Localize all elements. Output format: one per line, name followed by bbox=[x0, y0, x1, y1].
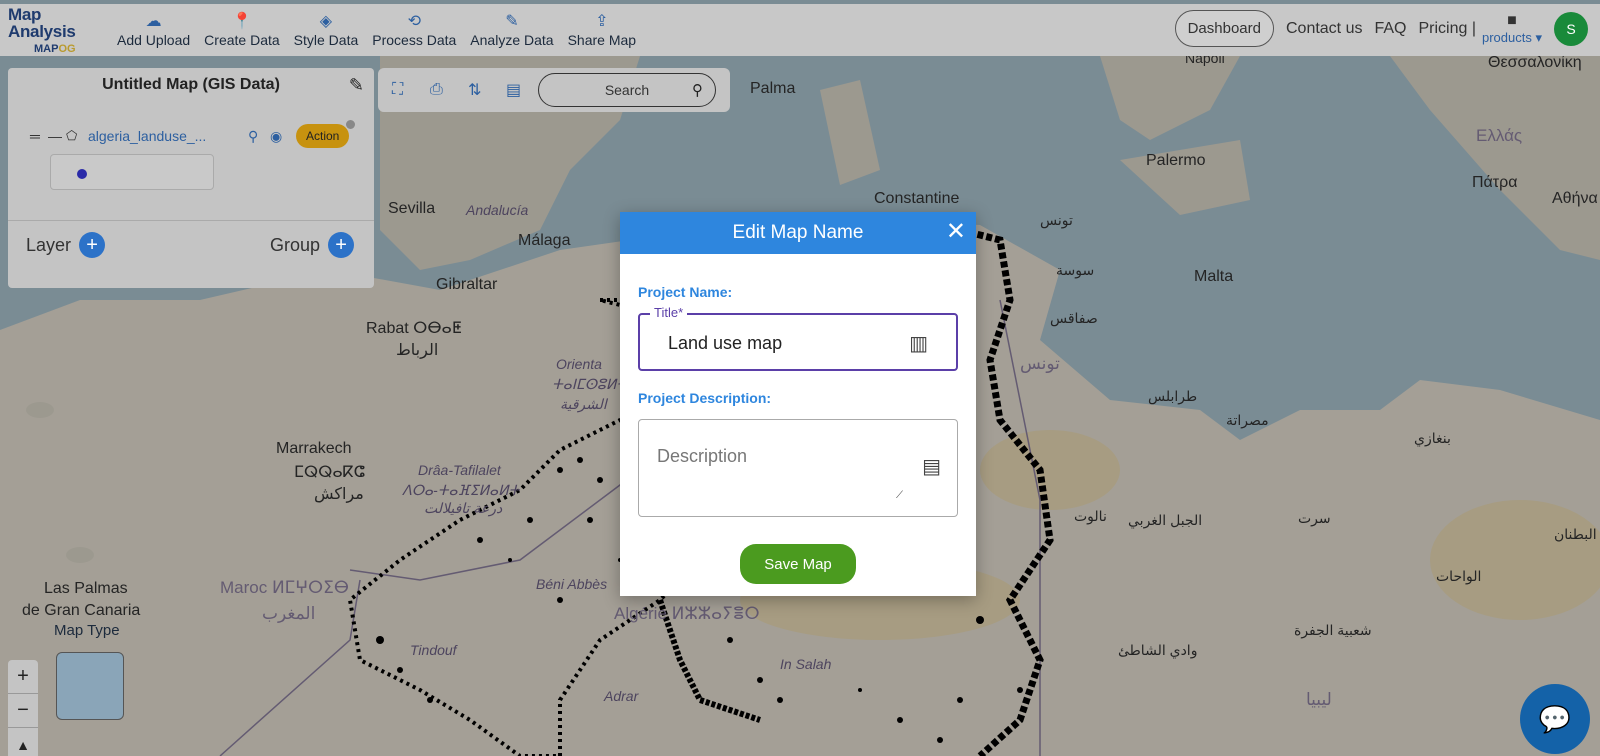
layer-legend bbox=[50, 154, 214, 190]
north-arrow-icon[interactable]: ▲ bbox=[8, 728, 38, 756]
plus-icon: + bbox=[328, 232, 355, 258]
cube-icon: ■ bbox=[1507, 11, 1517, 29]
drag-handle-icon[interactable]: ═ bbox=[30, 128, 48, 144]
chat-icon: 💬 bbox=[1538, 703, 1572, 734]
description-field[interactable]: Description ▤ ⟋ bbox=[638, 419, 958, 517]
zoom-out-button[interactable]: − bbox=[8, 694, 38, 728]
nav-analyze-data[interactable]: ✎ Analyze Data bbox=[463, 6, 560, 54]
dashboard-button[interactable]: Dashboard bbox=[1174, 10, 1274, 47]
print-icon[interactable]: ⎙ bbox=[430, 81, 468, 99]
polygon-icon: ⬠ bbox=[66, 128, 78, 143]
compare-icon[interactable]: ⇅ bbox=[468, 80, 506, 100]
nav-add-upload[interactable]: ☁ Add Upload bbox=[110, 6, 197, 54]
map-type-label: Map Type bbox=[54, 622, 120, 639]
products-dropdown[interactable]: ■ products ▾ bbox=[1482, 12, 1542, 46]
cloud-upload-icon: ☁ bbox=[145, 13, 162, 30]
pencil-icon[interactable]: ✎ bbox=[349, 75, 364, 96]
layer-action-button[interactable]: Action bbox=[296, 120, 356, 148]
brand-title: Map Analysis bbox=[8, 4, 76, 41]
zoom-control: + − ▲ bbox=[8, 660, 38, 756]
add-group-label: Group bbox=[270, 234, 321, 255]
title-input[interactable]: Land use map bbox=[668, 333, 782, 354]
plus-icon: + bbox=[79, 232, 106, 258]
nav-process-data[interactable]: ⟲ Process Data bbox=[365, 6, 463, 54]
faq-link[interactable]: FAQ bbox=[1374, 20, 1406, 38]
location-pin-icon: 📍 bbox=[231, 13, 252, 30]
collapse-icon[interactable]: — bbox=[48, 128, 66, 144]
process-icon: ⟲ bbox=[407, 13, 421, 30]
add-layer-label: Layer bbox=[26, 234, 72, 255]
title-field[interactable]: Title* Land use map ▥ bbox=[638, 305, 958, 371]
paint-bucket-icon: ◈ bbox=[319, 13, 333, 30]
zoom-in-button[interactable]: + bbox=[8, 660, 38, 694]
user-avatar[interactable]: S bbox=[1554, 11, 1588, 46]
eye-icon[interactable]: ◉ bbox=[270, 128, 296, 145]
brand-logo[interactable]: Map Analysis MAPOG bbox=[0, 6, 110, 55]
project-name-label: Project Name: bbox=[638, 284, 733, 300]
nav-share-map[interactable]: ⇪ Share Map bbox=[561, 6, 643, 54]
status-dot bbox=[346, 120, 356, 129]
nav-create-data[interactable]: 📍 Create Data bbox=[197, 6, 286, 54]
zoom-to-layer-icon[interactable]: ⚲ bbox=[248, 128, 270, 145]
dialog-title: Edit Map Name bbox=[732, 222, 864, 243]
contact-link[interactable]: Contact us bbox=[1286, 20, 1362, 38]
nav-label: Analyze Data bbox=[470, 32, 554, 48]
add-group-button[interactable]: Group + bbox=[270, 232, 355, 258]
nav-style-data[interactable]: ◈ Style Data bbox=[287, 6, 366, 54]
add-layer-button[interactable]: Layer + bbox=[26, 232, 106, 258]
legend-swatch bbox=[77, 169, 87, 179]
chat-button[interactable]: 💬 bbox=[1520, 684, 1590, 754]
top-navbar: Map Analysis MAPOG ☁ Add Upload 📍 Create… bbox=[0, 4, 1600, 56]
nav-label: Share Map bbox=[567, 32, 637, 48]
nav-label: Style Data bbox=[293, 32, 359, 48]
divider bbox=[8, 220, 374, 221]
project-description-label: Project Description: bbox=[638, 390, 772, 406]
map-type-thumbnail[interactable] bbox=[56, 652, 124, 720]
search-label: Search bbox=[604, 82, 650, 98]
nav-label: Process Data bbox=[372, 32, 457, 48]
map-toolbar: ⛶ ⎙ ⇅ ▤ Search ⚲ bbox=[378, 68, 730, 112]
edit-map-name-dialog: Edit Map Name ✕ Project Name: Title* Lan… bbox=[620, 212, 976, 596]
save-map-button[interactable]: Save Map bbox=[740, 544, 856, 584]
layer-row: ═ — ⬠ algeria_landuse_... ⚲ ◉ Action bbox=[30, 120, 370, 148]
dialog-header: Edit Map Name ✕ bbox=[620, 212, 976, 254]
resize-handle-icon[interactable]: ⟋ bbox=[896, 490, 903, 501]
search-button[interactable]: Search ⚲ bbox=[538, 73, 716, 107]
close-icon[interactable]: ✕ bbox=[946, 220, 966, 244]
analyze-icon: ✎ bbox=[505, 13, 519, 30]
nav-label: Add Upload bbox=[117, 32, 191, 48]
search-icon: ⚲ bbox=[692, 82, 703, 99]
map-title: Untitled Map (GIS Data) bbox=[102, 76, 280, 93]
fullscreen-icon[interactable]: ⛶ bbox=[392, 81, 430, 99]
layer-panel: Untitled Map (GIS Data) ✎ ═ — ⬠ algeria_… bbox=[8, 68, 374, 288]
products-label: products ▾ bbox=[1482, 29, 1542, 45]
brand-subtitle: MAPOG bbox=[34, 42, 76, 55]
title-field-legend: Title* bbox=[650, 305, 688, 320]
map-icon: ▥ bbox=[909, 333, 928, 355]
document-icon: ▤ bbox=[922, 456, 941, 478]
description-input[interactable]: Description bbox=[657, 446, 747, 467]
nav-right: Dashboard Contact us FAQ Pricing | ■ pro… bbox=[1174, 10, 1588, 47]
nav-label: Create Data bbox=[204, 32, 280, 48]
share-icon: ⇪ bbox=[595, 13, 609, 30]
layer-name[interactable]: algeria_landuse_... bbox=[88, 128, 248, 144]
pricing-link[interactable]: Pricing | bbox=[1418, 20, 1476, 38]
